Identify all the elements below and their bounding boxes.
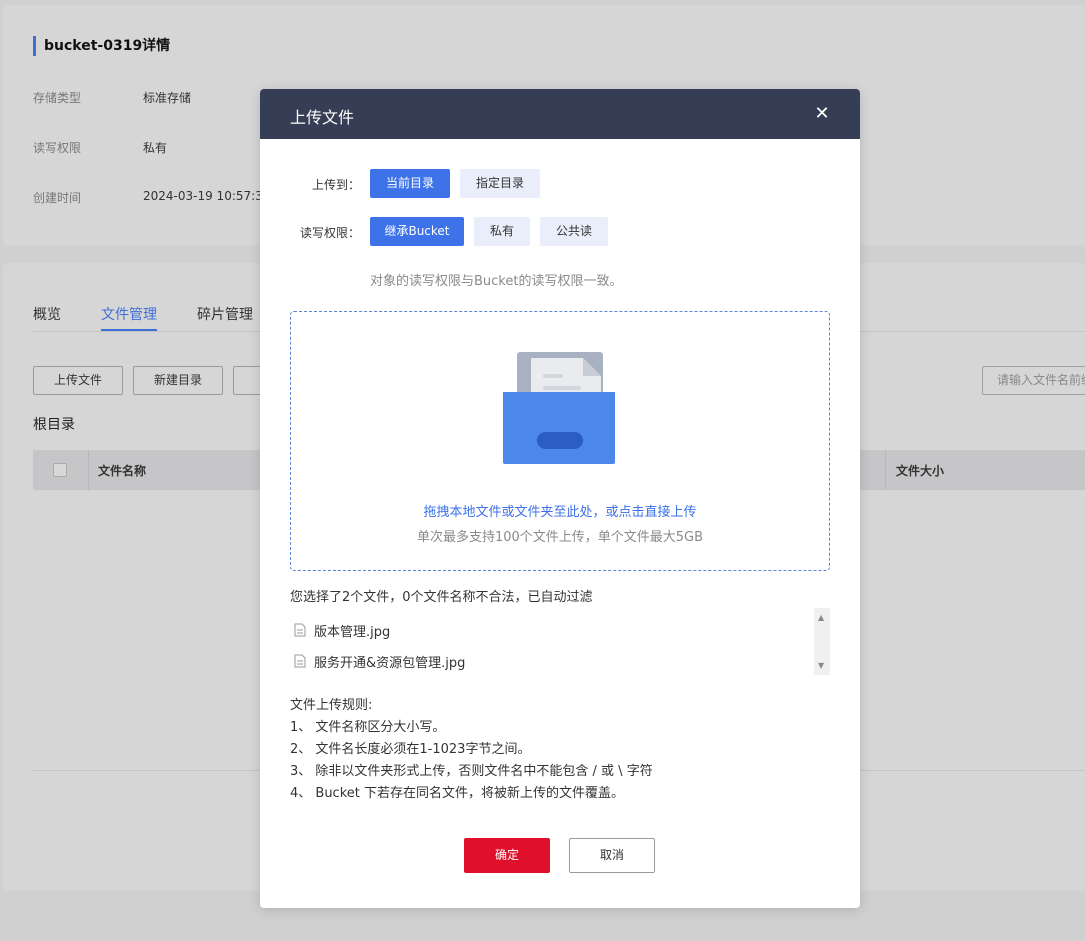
file-icon bbox=[294, 623, 306, 637]
permission-label: 读写权限 bbox=[33, 141, 82, 155]
file-name: 服务开通&资源包管理.jpg bbox=[314, 655, 466, 671]
delete-button[interactable] bbox=[233, 366, 263, 395]
cancel-button[interactable]: 取消 bbox=[569, 838, 655, 873]
created-time-value: 2024-03-19 10:57:36 bbox=[143, 189, 271, 203]
option-public-read[interactable]: 公共读 bbox=[540, 217, 608, 246]
column-divider bbox=[88, 450, 89, 490]
scroll-down-icon[interactable]: ▼ bbox=[818, 661, 824, 670]
option-inherit-bucket[interactable]: 继承Bucket bbox=[370, 217, 464, 246]
rule-item: 2、 文件名长度必须在1-1023字节之间。 bbox=[290, 742, 531, 757]
dropzone-primary-text[interactable]: 拖拽本地文件或文件夹至此处，或点击直接上传 bbox=[291, 501, 829, 520]
upload-file-dialog: 上传文件 ✕ 上传到： 当前目录 指定目录 读写权限： 继承Bucket 私有 … bbox=[260, 89, 860, 908]
upload-rules: 文件上传规则: 1、 文件名称区分大小写。 2、 文件名长度必须在1-1023字… bbox=[290, 695, 653, 805]
dialog-header: 上传文件 ✕ bbox=[260, 89, 860, 139]
permission-hint: 对象的读写权限与Bucket的读写权限一致。 bbox=[370, 274, 623, 289]
option-current-directory[interactable]: 当前目录 bbox=[370, 169, 450, 198]
scroll-up-icon[interactable]: ▲ bbox=[818, 613, 824, 622]
created-time-label: 创建时间 bbox=[33, 191, 82, 205]
list-item: 服务开通&资源包管理.jpg bbox=[290, 651, 465, 671]
selected-file-list: 版本管理.jpg 服务开通&资源包管理.jpg ▲ ▼ bbox=[290, 608, 830, 675]
search-input[interactable]: 请输入文件名前缀 bbox=[982, 366, 1085, 395]
file-icon bbox=[294, 654, 306, 668]
breadcrumb-root: 根目录 bbox=[33, 417, 75, 433]
dropzone-limit-text: 单次最多支持100个文件上传，单个文件最大5GB bbox=[416, 530, 704, 545]
bucket-detail-title: bucket-0319详情 bbox=[33, 36, 170, 56]
file-list-scrollbar[interactable]: ▲ ▼ bbox=[814, 608, 830, 675]
list-item: 版本管理.jpg bbox=[290, 620, 390, 640]
rule-item: 4、 Bucket 下若存在同名文件，将被新上传的文件覆盖。 bbox=[290, 786, 625, 801]
option-specified-directory[interactable]: 指定目录 bbox=[460, 169, 540, 198]
folder-upload-icon bbox=[503, 352, 615, 464]
rule-item: 3、 除非以文件夹形式上传，否则文件名中不能包含 / 或 \ 字符 bbox=[290, 764, 653, 779]
upload-to-label: 上传到： bbox=[311, 178, 360, 192]
rule-item: 1、 文件名称区分大小写。 bbox=[290, 720, 446, 735]
selected-files-summary: 您选择了2个文件，0个文件名称不合法，已自动过滤 bbox=[290, 590, 593, 605]
upload-file-button[interactable]: 上传文件 bbox=[33, 366, 123, 395]
select-all-checkbox[interactable] bbox=[53, 463, 67, 477]
column-header-size: 文件大小 bbox=[896, 464, 945, 478]
new-directory-button[interactable]: 新建目录 bbox=[133, 366, 223, 395]
rules-title: 文件上传规则: bbox=[290, 698, 373, 713]
tab-overview[interactable]: 概览 bbox=[33, 304, 61, 324]
dialog-title: 上传文件 bbox=[290, 108, 355, 127]
storage-type-label: 存储类型 bbox=[33, 91, 82, 105]
storage-type-value: 标准存储 bbox=[143, 91, 192, 105]
column-divider bbox=[885, 450, 886, 490]
close-icon[interactable]: ✕ bbox=[812, 102, 832, 126]
tab-file-management[interactable]: 文件管理 bbox=[101, 304, 157, 324]
active-tab-indicator bbox=[101, 329, 157, 331]
tab-fragment-management[interactable]: 碎片管理 bbox=[197, 304, 253, 324]
upload-dropzone[interactable]: 拖拽本地文件或文件夹至此处，或点击直接上传 单次最多支持100个文件上传，单个文… bbox=[290, 311, 830, 571]
permission-value: 私有 bbox=[143, 141, 168, 155]
confirm-button[interactable]: 确定 bbox=[464, 838, 550, 873]
permission-label: 读写权限： bbox=[299, 226, 360, 240]
column-header-name: 文件名称 bbox=[98, 464, 147, 478]
file-name: 版本管理.jpg bbox=[314, 624, 391, 640]
option-private[interactable]: 私有 bbox=[474, 217, 530, 246]
